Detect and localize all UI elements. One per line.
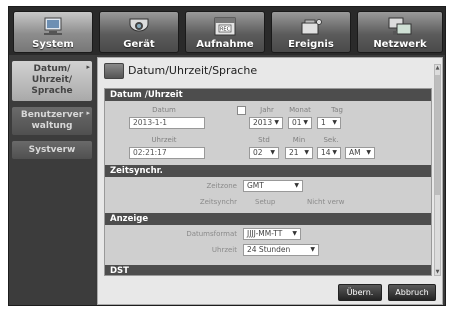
minute-dropdown[interactable]: 21 ▼ xyxy=(285,147,313,159)
ampm-value: AM xyxy=(349,148,361,157)
time-sync-label: Zeitsynchr xyxy=(199,198,237,206)
hour-label: Std xyxy=(258,136,270,144)
scrollbar[interactable]: ▲ ▼ xyxy=(434,64,441,276)
tab-label: Netzwerk xyxy=(373,39,427,50)
date-format-dropdown[interactable]: JJJJ-MM-TT ▼ xyxy=(243,228,301,240)
chevron-down-icon: ▼ xyxy=(292,230,297,237)
chevron-down-icon: ▼ xyxy=(294,182,299,189)
second-dropdown[interactable]: 14 ▼ xyxy=(317,147,341,159)
settings-panel: Datum /Uhrzeit Datum 2013-1-1 Uhrzeit 02… xyxy=(104,88,432,276)
sidebar-item-label: Datum/ xyxy=(33,64,71,74)
tab-system[interactable]: System xyxy=(13,11,93,53)
svg-text:REC: REC xyxy=(220,27,231,33)
month-label: Monat xyxy=(289,106,311,114)
hour-dropdown[interactable]: 02 ▼ xyxy=(249,147,279,159)
sidebar-item-user-management[interactable]: ▸ Benutzerver waltung xyxy=(12,107,92,135)
tab-network[interactable]: Netzwerk xyxy=(357,11,443,53)
arrow-icon: ▸ xyxy=(86,63,90,71)
sidebar-item-system-management[interactable]: Systverw xyxy=(12,141,92,159)
year-dropdown[interactable]: 2013 ▼ xyxy=(249,117,283,129)
tab-label: Gerät xyxy=(123,39,155,50)
second-value: 14 xyxy=(321,148,331,157)
sync-status: Nicht verw xyxy=(307,198,345,206)
chevron-down-icon: ▼ xyxy=(270,149,275,156)
hour-value: 02 xyxy=(253,148,263,157)
sidebar-item-label: Benutzerver xyxy=(20,110,84,120)
rec-icon: REC xyxy=(214,17,236,36)
second-label: Sek. xyxy=(323,136,339,144)
time-label: Uhrzeit xyxy=(151,136,177,144)
chevron-down-icon: ▼ xyxy=(332,149,337,156)
network-icon xyxy=(388,17,412,35)
settings-window: Datum/Uhrzeit/Sprache Datum /Uhrzeit Dat… xyxy=(97,57,443,305)
clock-format-value: 24 Stunden xyxy=(247,245,291,254)
chevron-down-icon: ▼ xyxy=(366,149,371,156)
chevron-down-icon: ▼ xyxy=(303,119,308,126)
section-header-datetime: Datum /Uhrzeit xyxy=(105,89,431,101)
scrollbar-thumb[interactable] xyxy=(435,75,440,195)
camera-icon xyxy=(129,18,149,32)
date-field[interactable]: 2013-1-1 xyxy=(129,117,205,129)
minute-value: 21 xyxy=(289,148,299,157)
sidebar: ▸ Datum/ Uhrzeit/ Sprache ▸ Benutzerver … xyxy=(9,55,95,305)
sidebar-item-label: Uhrzeit/ xyxy=(31,75,73,85)
timezone-label: Zeitzone xyxy=(206,182,238,190)
top-tab-bar: System Gerät REC Aufnahme Ereignis Netzw… xyxy=(9,7,445,55)
tab-label: Ereignis xyxy=(288,39,334,50)
system-icon xyxy=(44,17,62,35)
tab-recording[interactable]: REC Aufnahme xyxy=(185,11,265,53)
cancel-button[interactable]: Abbruch xyxy=(388,284,436,301)
section-header-display: Anzeige xyxy=(105,213,431,225)
chevron-down-icon: ▼ xyxy=(304,149,309,156)
year-value: 2013 xyxy=(253,118,273,127)
tab-device[interactable]: Gerät xyxy=(99,11,179,53)
chevron-down-icon: ▼ xyxy=(332,119,337,126)
date-label: Datum xyxy=(152,106,176,114)
setup-button[interactable]: Setup xyxy=(255,198,275,206)
day-label: Tag xyxy=(331,106,343,114)
year-label: Jahr xyxy=(260,106,274,114)
scroll-up-icon[interactable]: ▲ xyxy=(435,65,440,71)
event-icon xyxy=(301,19,322,35)
chevron-down-icon: ▼ xyxy=(310,246,315,253)
day-dropdown[interactable]: 1 ▼ xyxy=(317,117,341,129)
date-format-value: JJJJ-MM-TT xyxy=(247,229,283,238)
sidebar-item-label: waltung xyxy=(31,121,73,131)
apply-button[interactable]: Übern. xyxy=(338,284,382,301)
ampm-dropdown[interactable]: AM ▼ xyxy=(345,147,375,159)
month-dropdown[interactable]: 01 ▼ xyxy=(288,117,312,129)
chevron-down-icon: ▼ xyxy=(274,119,279,126)
timezone-dropdown[interactable]: GMT ▼ xyxy=(243,180,303,192)
day-value: 1 xyxy=(321,118,326,127)
sidebar-item-label: Sprache xyxy=(31,86,73,96)
month-value: 01 xyxy=(292,118,302,127)
date-checkbox[interactable] xyxy=(237,106,246,115)
tab-label: System xyxy=(32,39,74,50)
section-header-dst: DST xyxy=(105,265,431,275)
tab-event[interactable]: Ereignis xyxy=(271,11,351,53)
clock-format-label: Uhrzeit xyxy=(211,246,237,254)
clock-format-dropdown[interactable]: 24 Stunden ▼ xyxy=(243,244,319,256)
time-field[interactable]: 02:21:17 xyxy=(129,147,205,159)
timezone-value: GMT xyxy=(247,181,264,190)
app-frame: System Gerät REC Aufnahme Ereignis Netzw… xyxy=(8,6,446,306)
sidebar-item-date-time[interactable]: ▸ Datum/ Uhrzeit/ Sprache xyxy=(12,61,92,101)
scroll-down-icon[interactable]: ▼ xyxy=(435,269,440,275)
date-format-label: Datumsformat xyxy=(186,230,237,238)
minute-label: Min xyxy=(292,136,306,144)
window-icon xyxy=(104,63,124,79)
window-title: Datum/Uhrzeit/Sprache xyxy=(128,64,258,77)
tab-label: Aufnahme xyxy=(196,39,254,50)
section-header-time-sync: Zeitsynchr. xyxy=(105,165,431,177)
arrow-icon: ▸ xyxy=(86,109,90,117)
sidebar-item-label: Systverw xyxy=(28,145,76,155)
